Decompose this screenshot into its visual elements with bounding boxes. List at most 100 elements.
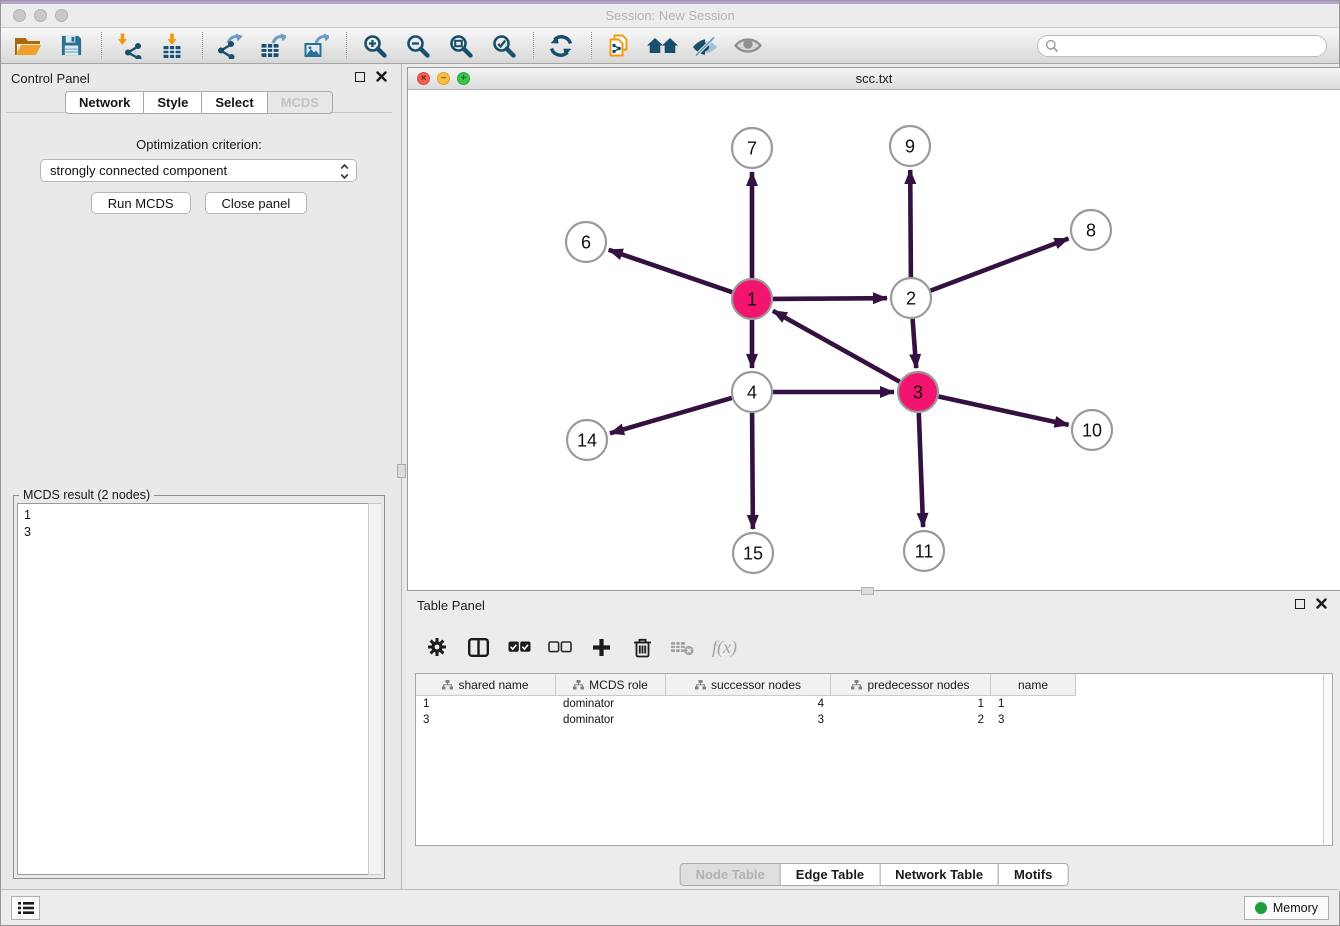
graph-edge-2-3[interactable] — [913, 319, 917, 368]
tab-motifs[interactable]: Motifs — [998, 863, 1068, 886]
tab-node-table[interactable]: Node Table — [680, 863, 781, 886]
panel-divider-vertical[interactable] — [397, 64, 407, 891]
annotation-share-button[interactable] — [602, 31, 636, 61]
graph-node-2[interactable]: 2 — [891, 278, 931, 318]
show-details-button[interactable] — [731, 31, 765, 61]
result-scrollbar[interactable] — [368, 503, 381, 875]
table-cell[interactable]: 3 — [991, 714, 1076, 726]
column-header-mcds-role[interactable]: MCDS role — [556, 674, 666, 696]
graph-edge-4-15[interactable] — [752, 413, 753, 529]
deselect-all-columns-button[interactable] — [548, 634, 572, 660]
graph-node-9[interactable]: 9 — [890, 126, 930, 166]
export-image-button[interactable] — [299, 31, 333, 61]
graph-node-10[interactable]: 10 — [1072, 410, 1112, 450]
column-header-shared-name[interactable]: shared name — [416, 674, 556, 696]
optimization-criterion-select[interactable]: strongly connected component — [40, 159, 357, 182]
graph-edge-2-8[interactable] — [931, 239, 1069, 291]
function-builder-button[interactable]: f(x) — [712, 634, 737, 660]
save-session-button[interactable] — [54, 31, 88, 61]
search-box — [1037, 35, 1327, 57]
import-table-button[interactable] — [155, 31, 189, 61]
window-title: Session: New Session — [1, 8, 1339, 23]
graph-edge-1-6[interactable] — [609, 250, 732, 292]
graph-edge-3-10[interactable] — [939, 397, 1069, 425]
graph-edge-3-1[interactable] — [773, 311, 900, 382]
divider-grip-icon[interactable] — [397, 464, 406, 478]
column-header-successor-nodes[interactable]: successor nodes — [666, 674, 831, 696]
search-input[interactable] — [1059, 37, 1326, 55]
zoom-fit-button[interactable] — [443, 31, 477, 61]
network-window-titlebar[interactable]: × − + scc.txt — [408, 68, 1340, 90]
table-cell[interactable]: dominator — [556, 714, 666, 726]
tab-select[interactable]: Select — [201, 91, 267, 114]
table-settings-button[interactable] — [425, 634, 449, 660]
table-scrollbar[interactable] — [1323, 674, 1332, 845]
mcds-result-list[interactable]: 13 — [17, 503, 381, 875]
zoom-out-button[interactable] — [400, 31, 434, 61]
table-cell[interactable]: 1 — [831, 698, 991, 710]
column-header-predecessor-nodes[interactable]: predecessor nodes — [831, 674, 991, 696]
float-panel-icon[interactable] — [355, 72, 365, 82]
gear-icon — [427, 637, 447, 657]
main-toolbar — [1, 28, 1339, 64]
select-all-columns-button[interactable] — [507, 634, 531, 660]
delete-column-button[interactable] — [630, 634, 654, 660]
tab-network[interactable]: Network — [65, 91, 144, 114]
table-panel-title: Table Panel — [417, 598, 485, 613]
zoom-selected-icon — [491, 33, 516, 58]
graph-node-1[interactable]: 1 — [732, 279, 772, 319]
graph-node-6[interactable]: 6 — [566, 222, 606, 262]
home-layout-button[interactable] — [645, 31, 679, 61]
network-canvas[interactable]: 7 9 6 8 1 2 4 3 14 10 15 11 — [408, 90, 1340, 590]
graph-node-14[interactable]: 14 — [567, 420, 607, 460]
table-cell[interactable]: 1 — [416, 698, 556, 710]
table-cell[interactable]: dominator — [556, 698, 666, 710]
network-view-window: × − + scc.txt 7 9 6 8 1 2 4 3 14 10 15 11 — [407, 67, 1340, 591]
memory-button[interactable]: Memory — [1244, 896, 1329, 920]
open-session-button[interactable] — [11, 31, 45, 61]
export-table-button[interactable] — [256, 31, 290, 61]
graph-edge-2-9[interactable] — [910, 170, 911, 277]
graph-node-8[interactable]: 8 — [1071, 210, 1111, 250]
table-cell[interactable]: 3 — [666, 714, 831, 726]
graph-node-15[interactable]: 15 — [733, 533, 773, 573]
close-panel-button[interactable]: Close panel — [205, 192, 308, 214]
refresh-layout-button[interactable] — [544, 31, 578, 61]
zoom-selected-button[interactable] — [486, 31, 520, 61]
column-header-name[interactable]: name — [991, 674, 1076, 696]
zoom-in-button[interactable] — [357, 31, 391, 61]
export-network-button[interactable] — [213, 31, 247, 61]
table-cell[interactable]: 4 — [666, 698, 831, 710]
graph-node-3[interactable]: 3 — [898, 372, 938, 412]
tab-style[interactable]: Style — [143, 91, 202, 114]
close-panel-icon[interactable] — [376, 71, 387, 82]
split-columns-button[interactable] — [466, 634, 490, 660]
table-cell[interactable]: 1 — [991, 698, 1076, 710]
tab-edge-table[interactable]: Edge Table — [780, 863, 880, 886]
svg-text:1: 1 — [747, 290, 757, 310]
graph-node-7[interactable]: 7 — [732, 128, 772, 168]
hide-details-button[interactable] — [688, 31, 722, 61]
float-table-panel-icon[interactable] — [1295, 599, 1305, 609]
delete-table-button[interactable] — [671, 634, 695, 660]
run-mcds-button[interactable]: Run MCDS — [91, 192, 191, 214]
graph-edge-1-2[interactable] — [773, 298, 887, 299]
graph-node-4[interactable]: 4 — [732, 372, 772, 412]
panel-divider-horizontal[interactable] — [861, 587, 874, 595]
import-network-button[interactable] — [112, 31, 146, 61]
add-column-button[interactable] — [589, 634, 613, 660]
network-graph[interactable]: 7 9 6 8 1 2 4 3 14 10 15 11 — [408, 90, 1340, 590]
close-table-panel-icon[interactable] — [1316, 598, 1327, 609]
task-history-button[interactable] — [11, 896, 40, 920]
table-cell[interactable]: 2 — [831, 714, 991, 726]
network-window-title: scc.txt — [408, 71, 1340, 86]
table-row[interactable]: 3dominator323 — [416, 712, 1332, 728]
graph-edge-3-11[interactable] — [919, 413, 923, 527]
tab-network-table[interactable]: Network Table — [879, 863, 999, 886]
table-cell[interactable]: 3 — [416, 714, 556, 726]
tab-mcds[interactable]: MCDS — [267, 91, 333, 114]
table-row[interactable]: 1dominator411 — [416, 696, 1332, 712]
graph-edge-4-14[interactable] — [610, 398, 732, 433]
graph-node-11[interactable]: 11 — [904, 531, 944, 571]
optimization-criterion-value: strongly connected component — [50, 163, 227, 178]
